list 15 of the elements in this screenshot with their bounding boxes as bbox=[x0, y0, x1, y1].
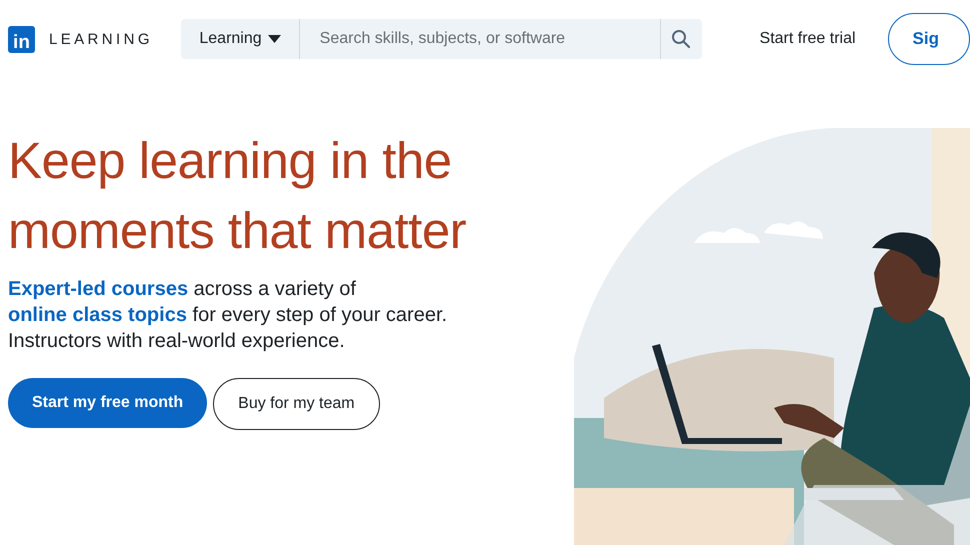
search-field[interactable]: Search skills, subjects, or software bbox=[300, 19, 660, 59]
free-month-button[interactable]: Start my free month bbox=[8, 378, 208, 428]
team-button[interactable]: Buy for my team bbox=[213, 378, 380, 430]
hero-title: Keep learning in the moments that matter bbox=[8, 131, 468, 261]
caret-icon bbox=[268, 35, 281, 43]
sign-in-button[interactable]: Sig bbox=[888, 13, 970, 65]
logo-text: LEARNING bbox=[49, 30, 153, 48]
logo-mark[interactable]: in bbox=[8, 26, 35, 52]
search-button[interactable] bbox=[660, 19, 702, 59]
start-trial-link[interactable]: Start free trial bbox=[760, 30, 856, 48]
scope-dropdown[interactable]: Learning bbox=[181, 19, 300, 59]
topic-link[interactable]: online class topics bbox=[8, 304, 187, 326]
search-icon bbox=[671, 29, 692, 49]
topic-link[interactable]: Expert-led courses bbox=[8, 278, 188, 300]
hero-description: Expert-led courses across a variety of online class topics for every step of your career. Instructors with real-world experience. bbox=[8, 277, 448, 354]
